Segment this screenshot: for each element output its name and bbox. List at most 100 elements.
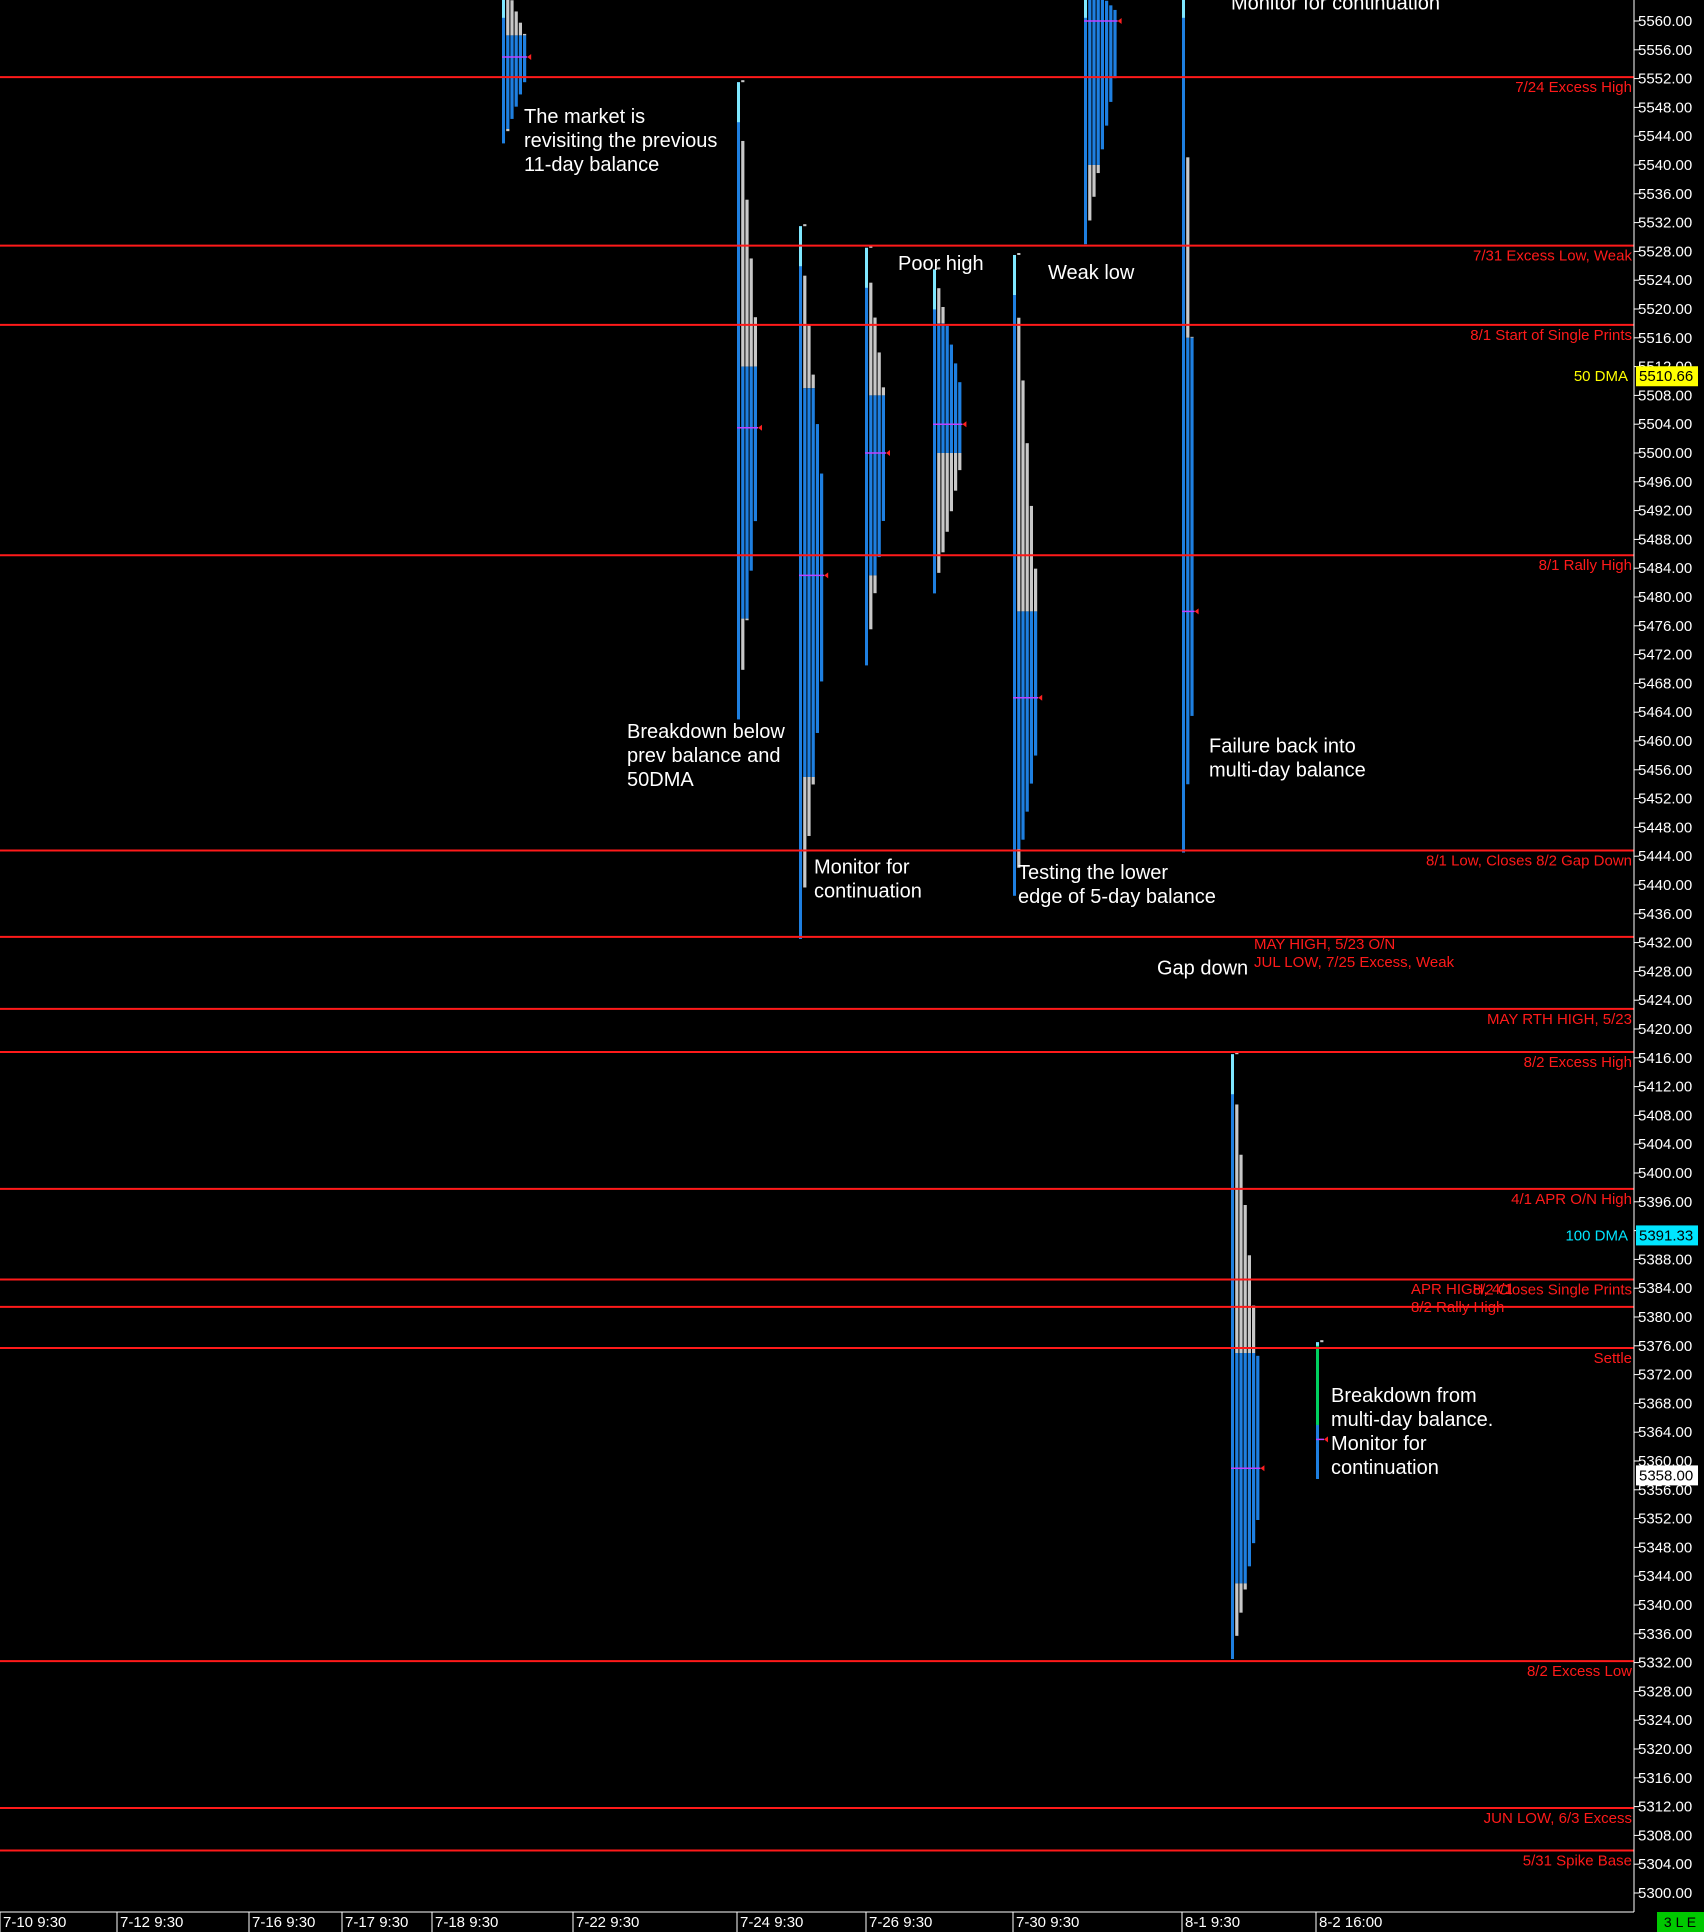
annotation-line: Monitor for: [814, 856, 910, 878]
price-tick-label: 5464.00: [1638, 704, 1692, 721]
price-tick-label: 5432.00: [1638, 935, 1692, 952]
profile-tpo-outside: [807, 325, 811, 389]
price-tick-label: 5544.00: [1638, 128, 1692, 145]
profile-tpo-value-area: [518, 35, 522, 95]
level-line-7: JUL LOW, 7/25 Excess, Weak: [1254, 954, 1455, 971]
profile-tpo-outside: [945, 453, 949, 532]
profile-tpo-outside: [749, 258, 753, 367]
annotation-3: Poor high: [898, 253, 984, 275]
price-tick-label: 5420.00: [1638, 1021, 1692, 1038]
price-tick-label: 5488.00: [1638, 531, 1692, 548]
price-tick-label: 5416.00: [1638, 1050, 1692, 1067]
profile-spine: [865, 247, 868, 666]
price-tick-label: 5304.00: [1638, 1856, 1692, 1873]
price-tick-label: 5532.00: [1638, 215, 1692, 232]
profile-tail: [1017, 253, 1021, 255]
profile-tpo-value-area: [1021, 611, 1025, 840]
price-tick-label: 5352.00: [1638, 1511, 1692, 1528]
last-price-value: 5358.00: [1639, 1467, 1693, 1484]
profile-tpo-value-area: [514, 35, 518, 107]
profile-tail: [803, 224, 807, 227]
annotation-4: Weak low: [1048, 262, 1135, 284]
level-label: 8/1 Rally High: [1539, 557, 1632, 574]
price-tick-label: 5484.00: [1638, 560, 1692, 577]
profile-tpo-outside: [941, 306, 945, 324]
profile-tpo-value-area: [1252, 1353, 1256, 1544]
price-tick-label: 5384.00: [1638, 1280, 1692, 1297]
annotation-line: Monitor for continuation: [1231, 0, 1440, 14]
profile-tpo-value-area: [958, 382, 962, 453]
profile-tpo-value-area: [803, 388, 807, 777]
price-tick-label: 5440.00: [1638, 877, 1692, 894]
price-tick-label: 5336.00: [1638, 1626, 1692, 1643]
price-tick-label: 5344.00: [1638, 1568, 1692, 1585]
price-tick-label: 5376.00: [1638, 1338, 1692, 1355]
profile-tpo-value-area: [941, 323, 945, 453]
time-axis[interactable]: 7-10 9:30 7-12 9:30 7-16 9:30 7-17 9:30 7-18…: [0, 1911, 1704, 1932]
price-tick-label: 5560.00: [1638, 13, 1692, 30]
price-tick-label: 5476.00: [1638, 618, 1692, 635]
price-tick-label: 5328.00: [1638, 1683, 1692, 1700]
time-tick-label: 7-10 9:30: [3, 1914, 66, 1931]
profile-tpo-outside: [1025, 443, 1029, 612]
price-tick-label: 5456.00: [1638, 762, 1692, 779]
profile-tpo-value-area: [873, 395, 877, 576]
profile-tpo-outside: [514, 11, 518, 36]
annotation-line: Gap down: [1157, 957, 1248, 979]
time-tick-label: 7-16 9:30: [252, 1914, 315, 1931]
price-tick-label: 5364.00: [1638, 1424, 1692, 1441]
profile-spine: [933, 269, 936, 594]
time-tick-label: 7-24 9:30: [740, 1914, 803, 1931]
profile-tpo-outside: [1235, 1104, 1239, 1353]
time-tick-label: 7-22 9:30: [576, 1914, 639, 1931]
moving-average-name: 100 DMA: [1565, 1227, 1628, 1244]
price-tick-label: 5372.00: [1638, 1367, 1692, 1384]
price-tick-label: 5468.00: [1638, 675, 1692, 692]
profile-spine: [1013, 255, 1016, 896]
profile-tpo-value-area: [1190, 337, 1194, 716]
annotation-line: prev balance and: [627, 745, 780, 767]
price-tick-label: 5496.00: [1638, 474, 1692, 491]
profile-tpo-value-area: [954, 363, 958, 453]
annotation-5: Monitor for continuation: [1231, 0, 1440, 14]
level-label: 7/24 Excess High: [1515, 79, 1632, 96]
price-tick-label: 5324.00: [1638, 1712, 1692, 1729]
profile-tpo-value-area: [1256, 1355, 1260, 1520]
profile-tpo-value-area: [1113, 9, 1117, 79]
profile-tpo-outside: [518, 22, 522, 36]
price-tick-label: 5408.00: [1638, 1107, 1692, 1124]
profile-tpo-value-area: [877, 395, 881, 558]
profile-tpo-outside: [1017, 317, 1021, 612]
price-tick-label: 5368.00: [1638, 1395, 1692, 1412]
annotation-line: Failure back into: [1209, 736, 1356, 758]
moving-average-value: 5391.33: [1639, 1227, 1693, 1244]
profile-tpo-value-area: [1247, 1353, 1251, 1567]
time-tick-label: 7-17 9:30: [345, 1914, 408, 1931]
profile-tpo-value-area: [1105, 0, 1109, 126]
level-line-13: 8/2 Rally High: [1411, 1299, 1504, 1316]
profile-tpo-outside: [745, 199, 749, 367]
profile-tpo-outside: [811, 374, 815, 389]
profile-tpo-value-area: [1096, 0, 1100, 166]
profile-tpo-value-area: [811, 388, 815, 777]
profile-tpo-outside: [506, 0, 510, 36]
profile-tpo-value-area: [945, 325, 949, 453]
price-tick-label: 5492.00: [1638, 503, 1692, 520]
profile-tpo-outside: [1235, 1583, 1239, 1636]
price-tick-label: 5396.00: [1638, 1194, 1692, 1211]
profile-tpo-outside: [741, 618, 745, 670]
price-tick-label: 5320.00: [1638, 1741, 1692, 1758]
profile-tpo-outside: [958, 453, 962, 471]
profile-spine: [502, 0, 505, 144]
profile-close-bar: [1316, 1345, 1319, 1425]
annotation-line: Monitor for: [1331, 1433, 1427, 1455]
profile-tail: [741, 80, 745, 83]
price-tick-label: 5508.00: [1638, 387, 1692, 404]
profile-spine-top: [737, 82, 740, 123]
profile-spine-top: [1182, 0, 1185, 18]
profile-tpo-value-area: [1109, 5, 1113, 102]
profile-tpo-outside: [1239, 1583, 1243, 1613]
profile-tpo-value-area: [820, 473, 824, 682]
profile-tpo-value-area: [869, 395, 873, 576]
annotation-line: continuation: [814, 880, 922, 902]
